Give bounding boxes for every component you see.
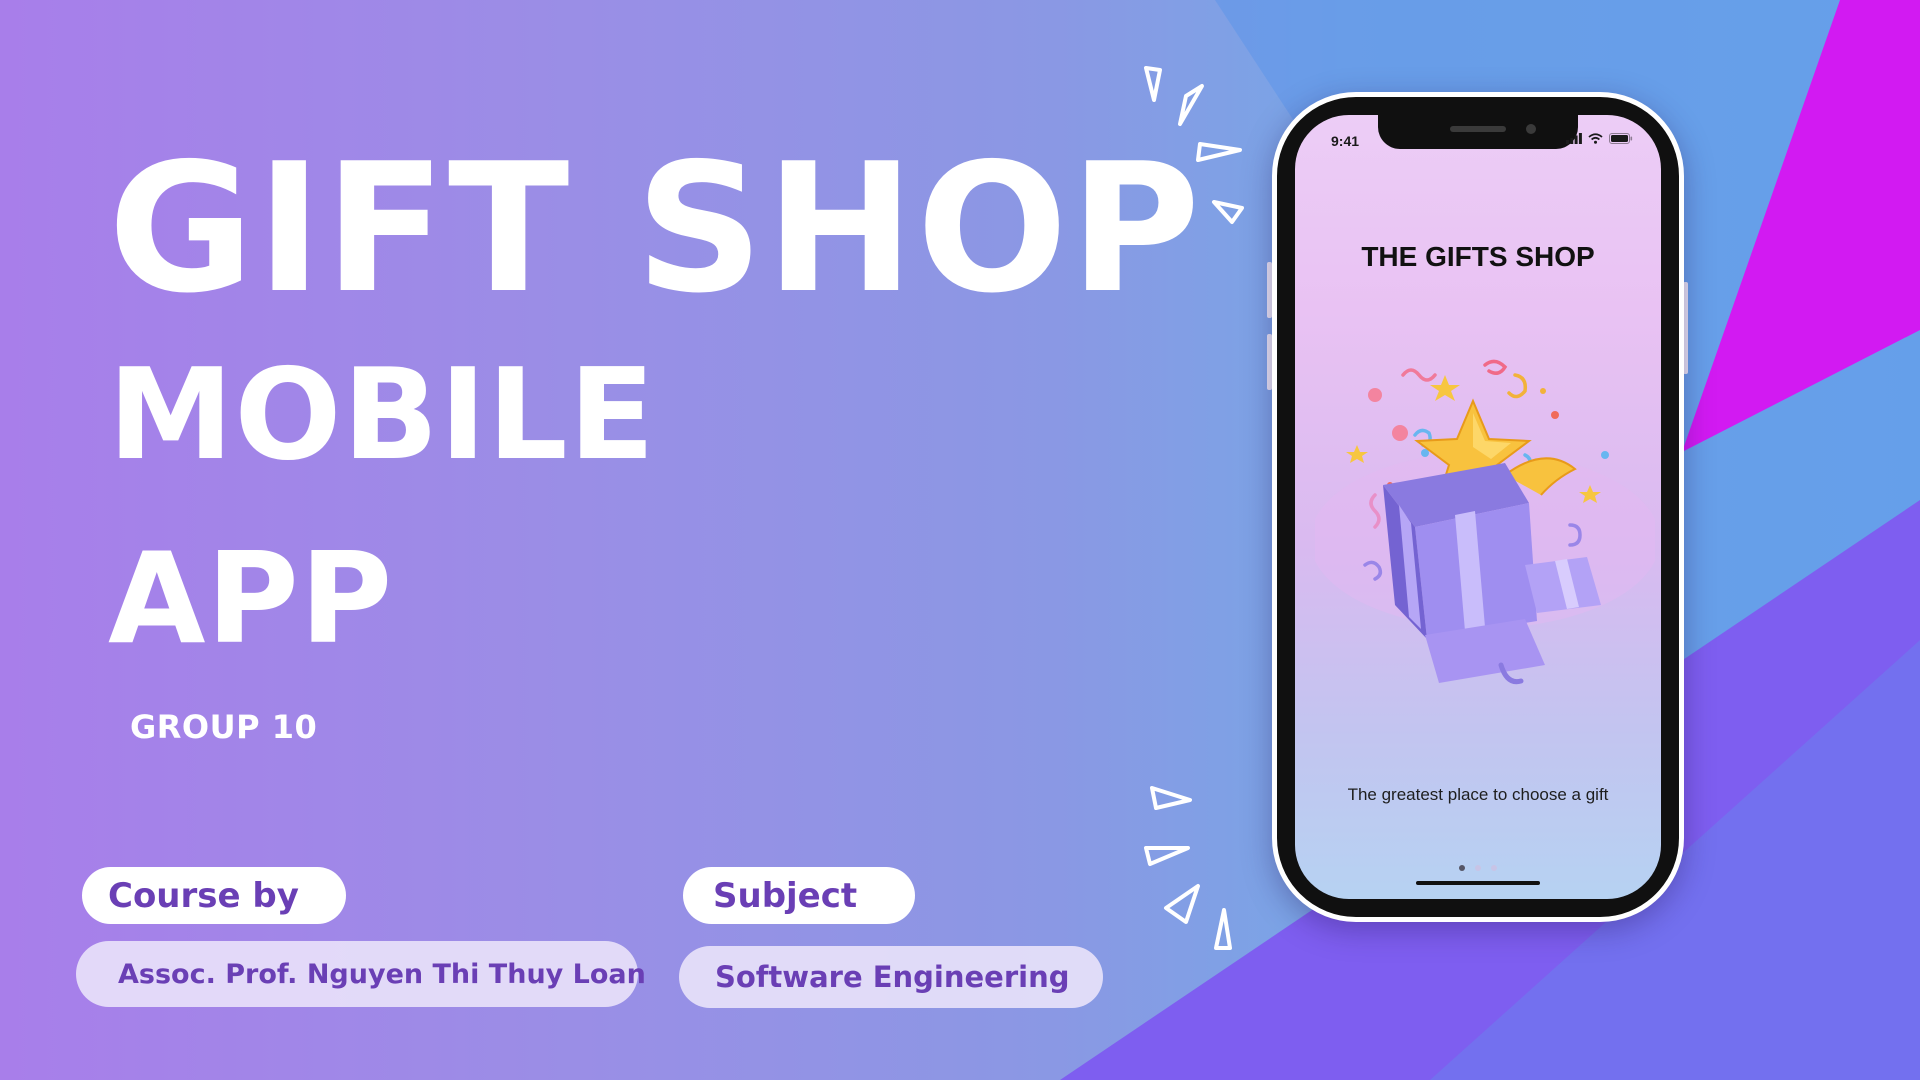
app-tagline: The greatest place to choose a gift	[1347, 785, 1609, 804]
page-dot-1[interactable]	[1459, 865, 1465, 871]
headline-line-2: MOBILE	[108, 341, 656, 488]
course-by-label: Course by	[82, 867, 346, 924]
course-instructor: Assoc. Prof. Nguyen Thi Thuy Loan	[76, 941, 646, 1007]
phone-mockup: 9:41 THE GIFTS SHOP The greatest place t…	[1272, 92, 1684, 922]
gift-box-star-illustration	[1315, 359, 1655, 685]
front-camera	[1526, 124, 1536, 134]
page-dot-2[interactable]	[1475, 865, 1481, 871]
phone-notch	[1378, 115, 1578, 149]
page-dot-3[interactable]	[1491, 865, 1497, 871]
battery-icon	[1609, 133, 1633, 144]
speaker-grille	[1450, 126, 1506, 132]
subject-value: Software Engineering	[679, 946, 1103, 1008]
status-icons	[1566, 133, 1633, 144]
subject-label: Subject	[683, 867, 915, 924]
status-time: 9:41	[1331, 133, 1360, 149]
headline-line-3: APP	[108, 525, 394, 672]
phone-screen: 9:41 THE GIFTS SHOP The greatest place t…	[1295, 115, 1661, 899]
home-indicator[interactable]	[1416, 881, 1540, 885]
wifi-icon	[1588, 133, 1603, 144]
onboarding-page-indicator[interactable]	[1295, 865, 1661, 871]
app-title: THE GIFTS SHOP	[1361, 241, 1595, 272]
group-label: GROUP 10	[130, 708, 318, 746]
signal-icon	[1566, 133, 1582, 144]
headline-line-1: GIFT SHOP	[108, 125, 1203, 332]
